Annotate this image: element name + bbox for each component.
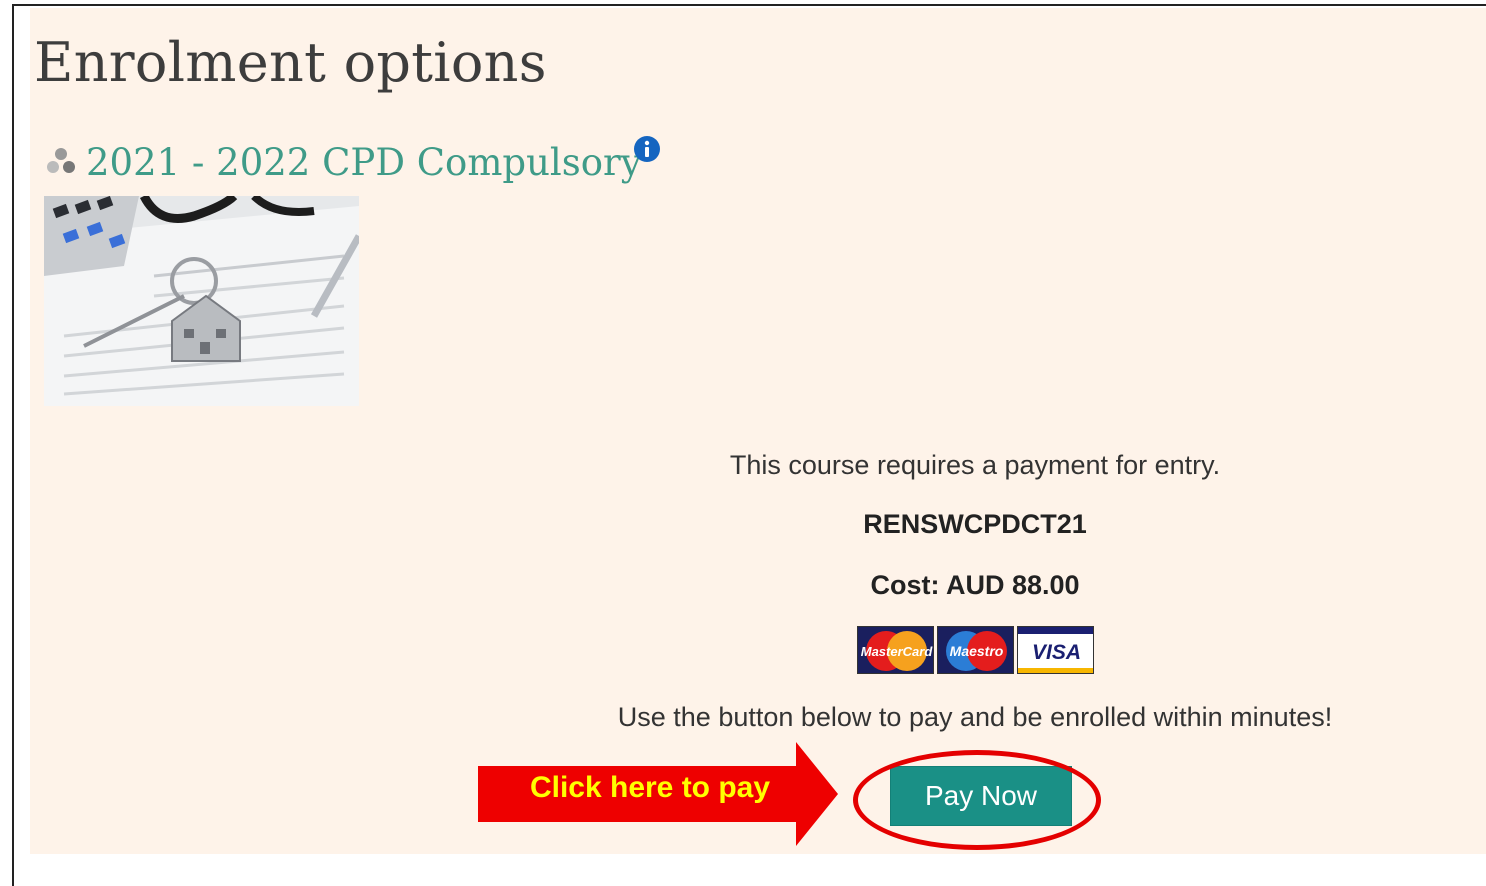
course-category-icon [47,148,75,173]
course-code: RENSWCPDCT21 [863,509,1087,539]
course-link[interactable]: 2021 - 2022 CPD Compulsory [86,144,642,181]
pay-now-button[interactable]: Pay Now [890,766,1072,826]
course-cost: Cost: AUD 88.00 [870,570,1080,600]
accepted-cards: MasterCard Maestro VISA [857,626,1094,676]
mastercard-logo: MasterCard [857,626,934,674]
svg-text:VISA: VISA [1032,641,1081,664]
svg-text:MasterCard: MasterCard [861,644,934,659]
info-icon[interactable] [633,135,661,163]
course-heading: 2021 - 2022 CPD Compulsory [44,140,642,184]
annotation-label: Click here to pay [529,771,771,804]
visa-logo: VISA [1017,626,1094,674]
maestro-logo: Maestro [937,626,1014,674]
svg-text:Maestro: Maestro [950,643,1004,659]
enrolment-instruction: Use the button below to pay and be enrol… [617,702,1333,732]
page-title: Enrolment options [34,31,547,94]
payment-required-text: This course requires a payment for entry… [729,450,1221,480]
course-image [44,196,359,406]
